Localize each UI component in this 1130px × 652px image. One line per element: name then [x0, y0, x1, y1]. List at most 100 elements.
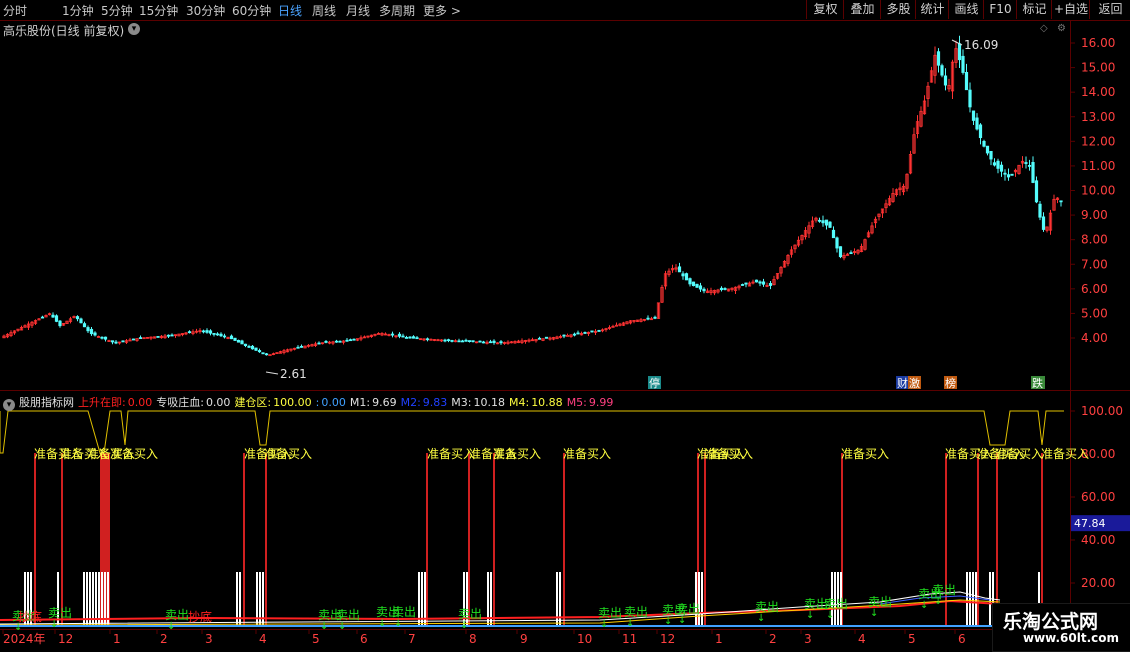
candle-body	[131, 338, 136, 341]
candle-body	[222, 335, 227, 338]
indicator-item-2: 建仓区: 100.00	[234, 396, 311, 409]
sell-signal-label: 卖出	[598, 606, 622, 620]
candle-body	[100, 336, 104, 339]
candle-body	[170, 334, 174, 337]
signal-volume-bar	[98, 572, 100, 625]
indicator-item-value: 10.88	[531, 396, 563, 409]
y-tick-label: 7.00	[1081, 257, 1108, 271]
high-marker-line	[951, 39, 963, 46]
x-tick-label: 2	[160, 632, 168, 646]
candle-body	[397, 333, 402, 337]
x-tick-label: 3	[804, 632, 812, 646]
x-tick-label: 10	[577, 632, 592, 646]
x-tick-label: 6	[360, 632, 368, 646]
down-arrow-icon: ↓	[50, 619, 58, 630]
buy-signal-label: 准备买入	[563, 447, 611, 461]
indicator-name[interactable]: 股朋指标网	[19, 396, 74, 409]
candle-body	[201, 330, 206, 333]
down-arrow-icon: ↓	[600, 619, 608, 630]
candle-body	[768, 283, 773, 286]
candle-body	[404, 337, 409, 339]
candle-body	[943, 75, 948, 86]
event-badge-label: 榜	[945, 376, 956, 390]
sell-signal-label: 卖出	[165, 608, 189, 622]
candle-body	[446, 339, 451, 342]
sell-signal-label: 卖出	[824, 597, 848, 611]
candle-body	[744, 282, 748, 285]
signal-volume-bar	[418, 572, 420, 625]
buy-signal-bar	[61, 453, 63, 625]
buy-signal-bar	[426, 453, 428, 625]
candle-body	[964, 72, 969, 91]
candle-body	[338, 340, 342, 343]
buy-signal-label: 准备买入	[841, 447, 889, 461]
low-price-label: 2.61	[280, 367, 307, 381]
signal-volume-bar	[966, 572, 968, 625]
candle-body	[702, 288, 706, 292]
candle-body	[975, 117, 979, 130]
candle-body	[996, 160, 1000, 169]
candle-body	[992, 162, 997, 166]
candle-body	[831, 229, 836, 239]
down-arrow-icon: ↓	[934, 596, 942, 607]
sell-signal-label: 卖出	[458, 607, 482, 621]
candle-body	[324, 341, 328, 343]
y-tick-label: 9.00	[1081, 208, 1108, 222]
kline-chart[interactable]: 16.0015.0014.0013.0012.0011.0010.009.008…	[0, 0, 1130, 650]
candle-body	[723, 288, 727, 290]
candle-body	[695, 283, 699, 288]
signal-volume-bar	[424, 572, 426, 625]
indicator-item-8: M5: 9.99	[567, 396, 614, 409]
sell-signal-label: 卖出	[755, 600, 779, 614]
candle-body	[93, 332, 97, 336]
chevron-down-icon[interactable]: ▾	[3, 399, 15, 411]
indicator-item-label: M5:	[566, 396, 587, 409]
watermark-title: 乐淘公式网	[1003, 611, 1099, 633]
candle-body	[79, 318, 83, 324]
signal-volume-bar	[86, 572, 88, 625]
x-tick-label: 1	[113, 632, 121, 646]
signal-volume-bar	[695, 572, 697, 625]
indicator-item-label: 上升在即:	[78, 396, 126, 409]
candle-body	[698, 285, 703, 290]
candle-body	[229, 335, 234, 340]
candle-body	[1034, 180, 1039, 203]
candle-body	[261, 352, 265, 355]
sell-signal-label: 卖出	[868, 595, 892, 609]
y-tick-label: 11.00	[1081, 159, 1115, 173]
signal-volume-bar	[95, 572, 97, 625]
candle-body	[677, 266, 682, 273]
candle-body	[345, 339, 349, 342]
candle-body	[110, 340, 115, 343]
down-arrow-icon: ↓	[460, 620, 468, 631]
low-marker-line	[265, 371, 279, 375]
candle-body	[544, 336, 549, 339]
candle-body	[233, 337, 237, 341]
y-tick-label: 10.00	[1081, 184, 1115, 198]
signal-volume-bar	[107, 572, 109, 625]
bottom-signal-label: 抄底	[188, 609, 212, 624]
buy-signal-bar	[493, 453, 495, 625]
candlesticks	[2, 35, 1063, 357]
candle-body	[817, 219, 822, 222]
x-tick-label: 1	[715, 632, 723, 646]
x-tick-label: 9	[520, 632, 528, 646]
down-arrow-icon: ↓	[664, 616, 672, 627]
ind-y-tick-label: 100.00	[1081, 404, 1123, 418]
candle-body	[758, 281, 762, 284]
buy-signal-label: 准备买入	[705, 447, 753, 461]
down-arrow-icon: ↓	[338, 621, 346, 632]
candle-body	[838, 246, 843, 258]
x-tick-label: 6	[958, 632, 966, 646]
candle-body	[51, 314, 55, 318]
buy-signal-bar	[468, 453, 470, 625]
indicator-item-label: 建仓区:	[234, 396, 272, 409]
candle-body	[681, 273, 685, 277]
signal-volume-bar	[89, 572, 91, 625]
candle-body	[247, 345, 251, 348]
candle-body	[691, 281, 696, 287]
buy-signal-bar	[34, 453, 36, 625]
down-arrow-icon: ↓	[806, 610, 814, 621]
candle-body	[471, 340, 475, 343]
candle-body	[576, 332, 580, 335]
